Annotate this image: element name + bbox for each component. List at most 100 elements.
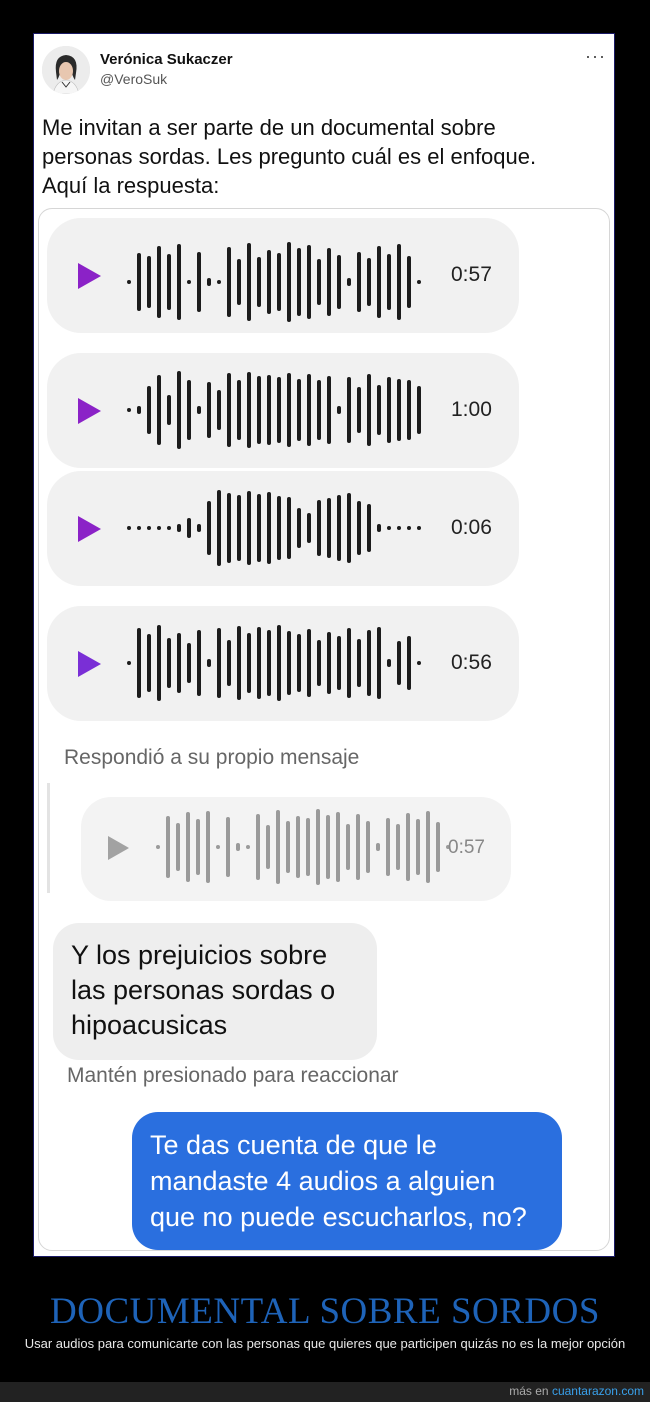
waveform-bar [227,493,231,563]
waveform-bar [236,843,240,851]
waveform-bar [296,816,300,878]
waveform-bar [217,280,221,284]
waveform-bar [197,524,201,532]
author-avatar[interactable] [42,46,90,94]
waveform-bar [177,371,181,449]
waveform-bar [397,526,401,530]
waveform-bar [217,628,221,698]
waveform-bar [197,406,201,414]
waveform-bar [267,492,271,564]
waveform-bar [357,639,361,687]
waveform-bar [197,630,201,696]
waveform-bar [307,513,311,543]
waveform-bar [317,500,321,556]
waveform-bar [316,809,320,885]
waveform-bar [347,493,351,563]
waveform-bar [167,395,171,425]
waveform-bar [207,501,211,555]
waveform-bar [337,406,341,414]
waveform-bar [207,278,211,286]
waveform-bar [417,280,421,284]
play-icon[interactable] [78,651,101,677]
waveform-bar [417,526,421,530]
waveform-bar [237,626,241,700]
waveform-bar [377,627,381,699]
waveform-bar [177,244,181,320]
outgoing-message[interactable]: Te das cuenta de que le mandaste 4 audio… [132,1112,562,1250]
waveform-bar [237,380,241,440]
waveform-bar [297,248,301,316]
waveform-bar [177,524,181,532]
play-icon[interactable] [78,398,101,424]
waveform-bar [336,812,340,882]
play-icon[interactable] [78,263,101,289]
waveform-bar [357,387,361,433]
waveform-bar [137,628,141,698]
quote-indicator [47,783,50,893]
waveform-bar [137,406,141,414]
waveform-bar [196,819,200,875]
waveform-bar [357,501,361,555]
waveform-bar [157,625,161,701]
waveform-bar [317,259,321,305]
incoming-message[interactable]: Y los prejuicios sobre las personas sord… [53,923,377,1060]
waveform-bar [407,526,411,530]
waveform-bar [387,659,391,667]
waveform-bar [157,526,161,530]
waveform-bar [327,376,331,444]
quoted-audio-message[interactable]: 0:57 [81,797,511,901]
waveform-bar [166,816,170,878]
waveform-bar [127,408,131,412]
audio-message-4[interactable]: 0:56 [47,606,519,721]
audio-message-2[interactable]: 1:00 [47,353,519,468]
waveform-bar [337,495,341,561]
waveform-bar [287,631,291,695]
waveform-bar [366,821,370,873]
play-icon[interactable] [78,516,101,542]
waveform-bar [397,641,401,685]
audio-duration-4: 0:56 [451,651,492,674]
waveform-bar [177,633,181,693]
waveform-bar [307,245,311,319]
site-link[interactable]: cuantarazon.com [552,1384,644,1398]
waveform-bar [317,640,321,686]
waveform-bar [176,823,180,871]
waveform-bar [147,386,151,434]
author-handle[interactable]: @VeroSuk [100,71,167,87]
waveform-bar [397,379,401,441]
avatar-portrait-icon [42,46,90,94]
quoted-audio-duration: 0:57 [448,837,485,858]
waveform-bar [277,625,281,701]
audio-message-1[interactable]: 0:57 [47,218,519,333]
waveform-bar [237,259,241,305]
audio-message-3[interactable]: 0:06 [47,471,519,586]
waveform-bar [267,250,271,314]
waveform-bar [347,278,351,286]
waveform-bar [257,494,261,562]
waveform-bar [267,630,271,696]
waveform-bar [267,375,271,445]
waveform-bar [207,659,211,667]
waveform-bar [257,627,261,699]
waveform-bar [397,244,401,320]
tweet-text: Me invitan a ser parte de un documental … [42,115,537,198]
waveform-bar [147,526,151,530]
waveform-bar [197,252,201,312]
waveform-bar [147,256,151,308]
waveform-bar [186,812,190,882]
footer-prefix: más en [509,1384,552,1398]
footer-text: más en cuantarazon.com [509,1384,644,1398]
waveform-bar [227,247,231,317]
waveform-bar [187,280,191,284]
waveform-bar [257,257,261,307]
waveform-bar [387,526,391,530]
play-icon[interactable] [108,836,129,860]
author-name[interactable]: Verónica Sukaczer [100,51,233,68]
waveform-bar [206,811,210,883]
waveform-bar [247,491,251,565]
waveform-bar [327,632,331,694]
waveform-bar [407,256,411,308]
more-options-icon[interactable]: ··· [585,46,606,67]
waveform-bar [307,374,311,446]
waveform-bar [417,386,421,434]
